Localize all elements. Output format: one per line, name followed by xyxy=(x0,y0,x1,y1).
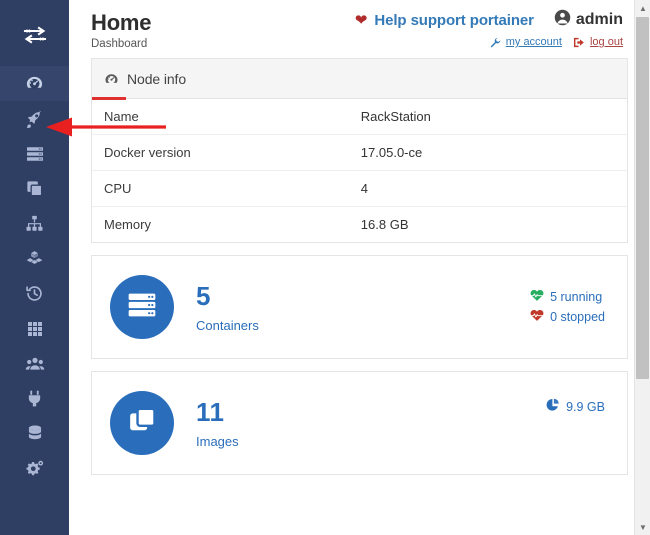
sitemap-icon xyxy=(25,214,44,233)
stat-running-text: 5 running xyxy=(550,290,602,304)
wrench-icon xyxy=(490,37,501,48)
tachometer-icon xyxy=(104,72,119,87)
sidebar-item-settings[interactable] xyxy=(0,451,69,486)
history-icon xyxy=(25,284,44,303)
scrollbar-thumb[interactable] xyxy=(636,17,649,379)
dashboard-content: Node info Name RackStation Docker versio… xyxy=(69,58,650,475)
users-icon xyxy=(25,355,45,373)
sidebar-item-registries[interactable] xyxy=(0,416,69,451)
card-body: 5 Containers xyxy=(196,282,259,333)
help-support-link[interactable]: Help support portainer xyxy=(374,12,533,29)
vertical-scrollbar[interactable]: ▲ ▼ xyxy=(634,0,650,535)
stat-size-text: 9.9 GB xyxy=(566,400,605,414)
scroll-down-arrow-icon[interactable]: ▼ xyxy=(635,519,650,535)
card-icon-circle xyxy=(110,275,174,339)
containers-card[interactable]: 5 Containers 5 running xyxy=(91,255,628,359)
sidebar-item-endpoints[interactable] xyxy=(0,381,69,416)
card-body: 11 Images xyxy=(196,398,239,449)
heart-icon: ❤ xyxy=(355,13,368,28)
card-label: Images xyxy=(196,434,239,449)
plug-icon xyxy=(26,389,43,408)
card-label: Containers xyxy=(196,318,259,333)
row-key: Memory xyxy=(92,207,349,243)
row-value: RackStation xyxy=(349,99,627,135)
pie-chart-icon xyxy=(546,398,560,415)
row-value: 17.05.0-ce xyxy=(349,135,627,171)
sidebar-item-events[interactable] xyxy=(0,276,69,311)
stat-stopped: 0 stopped xyxy=(530,309,605,325)
portainer-dashboard: Home Dashboard ❤ Help support portainer xyxy=(0,0,650,535)
panel-title: Node info xyxy=(127,71,186,87)
cogs-icon xyxy=(25,459,45,478)
sidebar-item-users[interactable] xyxy=(0,346,69,381)
exchange-arrows-icon xyxy=(22,25,48,45)
row-key: Docker version xyxy=(92,135,349,171)
sidebar-item-dashboard[interactable] xyxy=(0,66,69,101)
table-row: Name RackStation xyxy=(92,99,627,135)
sidebar-item-templates[interactable] xyxy=(0,311,69,346)
server-stack-icon xyxy=(125,290,159,325)
panel-accent-bar xyxy=(92,97,126,100)
images-card[interactable]: 11 Images 9.9 GB xyxy=(91,371,628,475)
node-info-table: Name RackStation Docker version 17.05.0-… xyxy=(92,99,627,242)
card-count: 11 xyxy=(196,398,239,426)
card-stats: 9.9 GB xyxy=(546,398,605,415)
my-account-link[interactable]: my account xyxy=(506,36,562,48)
database-icon xyxy=(26,424,44,443)
heartbeat-green-icon xyxy=(530,289,544,305)
sidebar-item-containers[interactable] xyxy=(0,136,69,171)
tachometer-icon xyxy=(25,74,44,93)
stat-size: 9.9 GB xyxy=(546,398,605,415)
stat-stopped-text: 0 stopped xyxy=(550,310,605,324)
row-value: 4 xyxy=(349,171,627,207)
sidebar-item-images[interactable] xyxy=(0,171,69,206)
log-out-link[interactable]: log out xyxy=(590,36,623,48)
row-key: CPU xyxy=(92,171,349,207)
heartbeat-red-icon xyxy=(530,309,544,325)
header-right: ❤ Help support portainer admin xyxy=(355,9,623,48)
sidebar-item-app-templates[interactable] xyxy=(0,101,69,136)
sidebar-item-networks[interactable] xyxy=(0,206,69,241)
card-stats: 5 running 0 stopped xyxy=(530,289,605,325)
rocket-icon xyxy=(25,109,44,128)
stat-running: 5 running xyxy=(530,289,605,305)
table-row: Docker version 17.05.0-ce xyxy=(92,135,627,171)
main-content: Home Dashboard ❤ Help support portainer xyxy=(69,0,650,535)
user-name: admin xyxy=(576,11,623,29)
scroll-up-arrow-icon[interactable]: ▲ xyxy=(635,0,650,16)
table-row: CPU 4 xyxy=(92,171,627,207)
node-info-header: Node info xyxy=(92,59,627,99)
card-count: 5 xyxy=(196,282,259,310)
clone-icon xyxy=(25,179,44,198)
user-circle-icon xyxy=(554,9,571,31)
grid-icon xyxy=(26,320,44,338)
server-stack-icon xyxy=(25,145,45,163)
sidebar-item-volumes[interactable] xyxy=(0,241,69,276)
table-row: Memory 16.8 GB xyxy=(92,207,627,243)
page-header: Home Dashboard ❤ Help support portainer xyxy=(69,0,650,58)
user-menu[interactable]: admin xyxy=(554,9,623,31)
cubes-icon xyxy=(25,249,44,268)
row-value: 16.8 GB xyxy=(349,207,627,243)
sidebar xyxy=(0,0,69,535)
sidebar-item-toggle-sidebar[interactable] xyxy=(0,14,69,56)
clone-icon xyxy=(126,405,158,442)
node-info-panel: Node info Name RackStation Docker versio… xyxy=(91,58,628,243)
card-icon-circle xyxy=(110,391,174,455)
sign-out-icon xyxy=(573,37,585,48)
row-key: Name xyxy=(92,99,349,135)
